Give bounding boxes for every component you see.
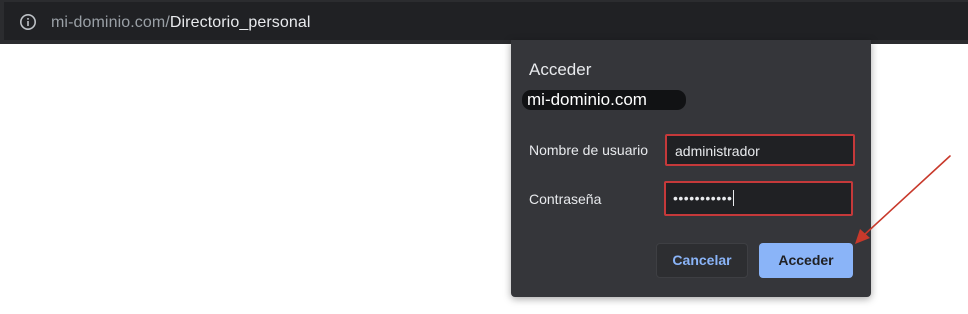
url-domain: mi-dominio.com/	[51, 14, 170, 31]
password-value: •••••••••••	[673, 189, 735, 207]
password-field[interactable]: •••••••••••	[664, 181, 853, 216]
password-masked: •••••••••••	[673, 190, 733, 206]
info-circle-icon[interactable]	[19, 13, 37, 31]
cancel-button[interactable]: Cancelar	[656, 243, 748, 278]
url-text[interactable]: mi-dominio.com/Directorio_personal	[51, 13, 311, 33]
url-path: Directorio_personal	[169, 14, 311, 31]
page: mi-dominio.com/Directorio_personal Acced…	[0, 0, 968, 314]
dialog-title: Acceder	[529, 60, 592, 79]
address-bar[interactable]: mi-dominio.com/Directorio_personal	[4, 2, 968, 40]
text-caret	[733, 190, 735, 206]
password-label: Contraseña	[529, 191, 602, 207]
sign-in-dialog: Acceder mi-dominio.com Nombre de usuario…	[511, 40, 871, 297]
username-value: administrador	[675, 143, 760, 159]
browser-toolbar: mi-dominio.com/Directorio_personal	[0, 0, 968, 44]
username-label: Nombre de usuario	[529, 142, 649, 158]
accept-button[interactable]: Acceder	[759, 243, 853, 278]
username-field[interactable]: administrador	[665, 134, 855, 166]
dialog-origin-text: mi-dominio.com	[527, 90, 647, 109]
dialog-origin: mi-dominio.com	[522, 90, 686, 110]
